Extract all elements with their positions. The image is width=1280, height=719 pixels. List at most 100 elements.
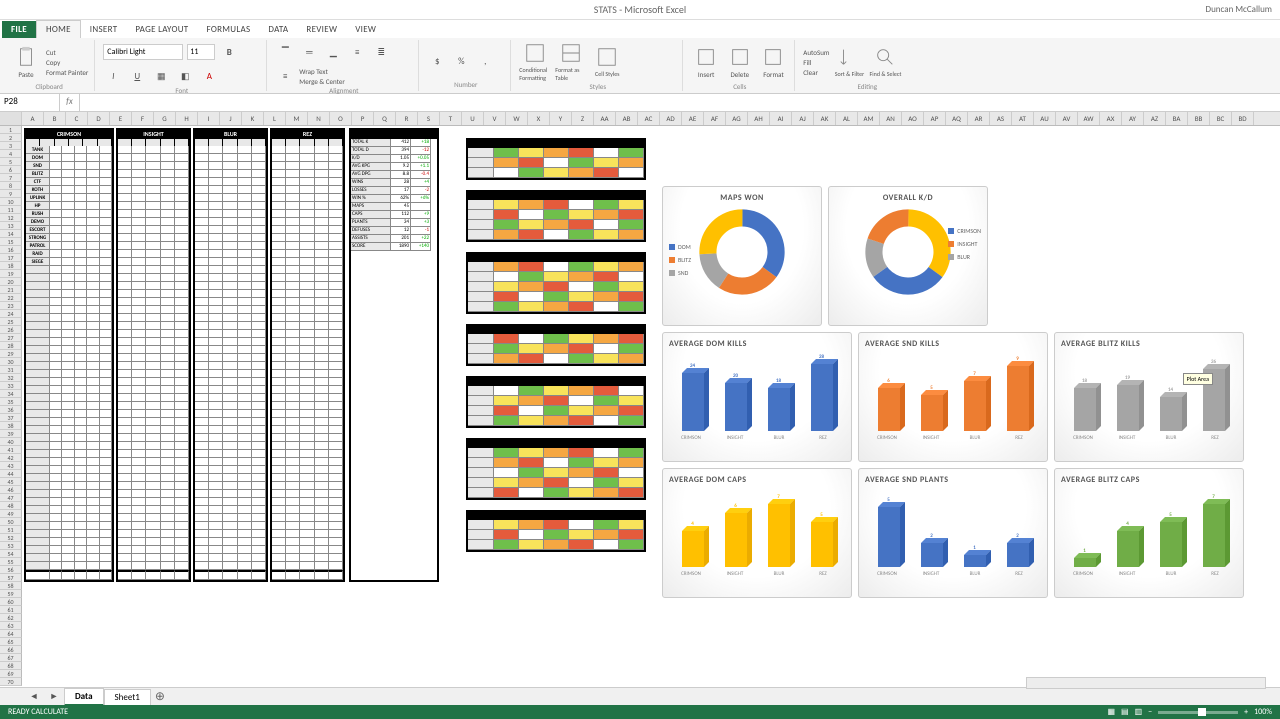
col-header[interactable]: AW bbox=[1078, 112, 1100, 125]
percent-button[interactable]: % bbox=[451, 51, 471, 71]
row-header[interactable]: 51 bbox=[0, 526, 22, 534]
col-header[interactable]: D bbox=[88, 112, 110, 125]
row-header[interactable]: 48 bbox=[0, 502, 22, 510]
row-header[interactable]: 5 bbox=[0, 158, 22, 166]
row-header[interactable]: 57 bbox=[0, 574, 22, 582]
row-header[interactable]: 13 bbox=[0, 222, 22, 230]
name-box[interactable]: P28 bbox=[0, 94, 60, 111]
col-header[interactable]: AR bbox=[968, 112, 990, 125]
row-header[interactable]: 37 bbox=[0, 414, 22, 422]
col-header[interactable]: L bbox=[264, 112, 286, 125]
row-header[interactable]: 46 bbox=[0, 486, 22, 494]
col-header[interactable]: C bbox=[66, 112, 88, 125]
tab-pagelayout[interactable]: PAGE LAYOUT bbox=[126, 21, 197, 38]
row-header[interactable]: 70 bbox=[0, 678, 22, 686]
row-header[interactable]: 38 bbox=[0, 422, 22, 430]
col-header[interactable]: AI bbox=[770, 112, 792, 125]
tab-formulas[interactable]: FORMULAS bbox=[197, 21, 259, 38]
row-header[interactable]: 35 bbox=[0, 398, 22, 406]
mini-table[interactable] bbox=[466, 324, 646, 366]
sheet-nav-next[interactable]: ► bbox=[44, 687, 64, 707]
col-header[interactable]: AT bbox=[1012, 112, 1034, 125]
mini-table[interactable] bbox=[466, 252, 646, 314]
tab-review[interactable]: REVIEW bbox=[297, 21, 346, 38]
row-header[interactable]: 39 bbox=[0, 430, 22, 438]
chart-overall-kd[interactable]: OVERALL K/D CRIMSON INSIGHT BLUR bbox=[828, 186, 988, 326]
col-header[interactable]: AZ bbox=[1144, 112, 1166, 125]
bold-button[interactable]: B bbox=[219, 42, 239, 62]
col-header[interactable]: AD bbox=[660, 112, 682, 125]
sort-button[interactable]: Sort & Filter bbox=[833, 42, 865, 82]
col-header[interactable]: B bbox=[44, 112, 66, 125]
row-header[interactable]: 45 bbox=[0, 478, 22, 486]
row-header[interactable]: 17 bbox=[0, 254, 22, 262]
zoom-in-button[interactable]: + bbox=[1244, 707, 1248, 717]
row-header[interactable]: 65 bbox=[0, 638, 22, 646]
mini-table[interactable] bbox=[466, 438, 646, 500]
view-normal-icon[interactable]: ▦ bbox=[1107, 707, 1115, 717]
chart-avg_dom_caps[interactable]: AVERAGE DOM CAPS 4 6 7 5 CRIMSONINSIGHTB… bbox=[662, 468, 852, 598]
col-header[interactable]: K bbox=[242, 112, 264, 125]
row-header[interactable]: 1 bbox=[0, 126, 22, 134]
chart-avg_dom_kills[interactable]: AVERAGE DOM KILLS 24 20 18 28 CRIMSONINS… bbox=[662, 332, 852, 462]
summary-table[interactable]: TOTAL K412+18TOTAL D394-12K/D1.05+0.05AV… bbox=[349, 128, 439, 582]
font-size-select[interactable]: 11 bbox=[187, 44, 215, 60]
fill-button[interactable]: Fill bbox=[803, 58, 829, 67]
col-header[interactable]: M bbox=[286, 112, 308, 125]
col-header[interactable]: Y bbox=[550, 112, 572, 125]
row-header[interactable]: 61 bbox=[0, 606, 22, 614]
row-header[interactable]: 12 bbox=[0, 214, 22, 222]
col-header[interactable]: F bbox=[132, 112, 154, 125]
row-header[interactable]: 43 bbox=[0, 462, 22, 470]
row-header[interactable]: 58 bbox=[0, 582, 22, 590]
col-header[interactable]: N bbox=[308, 112, 330, 125]
row-header[interactable]: 52 bbox=[0, 534, 22, 542]
table-insight[interactable]: INSIGHT bbox=[116, 128, 191, 582]
mini-table[interactable] bbox=[466, 138, 646, 180]
col-header[interactable]: J bbox=[220, 112, 242, 125]
row-header[interactable]: 60 bbox=[0, 598, 22, 606]
comma-button[interactable]: , bbox=[475, 51, 495, 71]
row-header[interactable]: 18 bbox=[0, 262, 22, 270]
row-header[interactable]: 22 bbox=[0, 294, 22, 302]
clear-button[interactable]: Clear bbox=[803, 68, 829, 77]
row-header[interactable]: 64 bbox=[0, 630, 22, 638]
select-all-corner[interactable] bbox=[0, 112, 22, 125]
row-header[interactable]: 6 bbox=[0, 166, 22, 174]
col-header[interactable]: Z bbox=[572, 112, 594, 125]
col-header[interactable]: AQ bbox=[946, 112, 968, 125]
col-header[interactable]: AH bbox=[748, 112, 770, 125]
tab-home[interactable]: HOME bbox=[36, 20, 81, 38]
col-header[interactable]: I bbox=[198, 112, 220, 125]
table-blur[interactable]: BLUR bbox=[193, 128, 268, 582]
autosum-button[interactable]: AutoSum bbox=[803, 48, 829, 57]
row-header[interactable]: 49 bbox=[0, 510, 22, 518]
align-right-button[interactable]: ≡ bbox=[275, 66, 295, 86]
col-header[interactable]: AN bbox=[880, 112, 902, 125]
tab-insert[interactable]: INSERT bbox=[81, 21, 127, 38]
row-header[interactable]: 67 bbox=[0, 654, 22, 662]
row-header[interactable]: 63 bbox=[0, 622, 22, 630]
col-header[interactable]: AL bbox=[836, 112, 858, 125]
col-header[interactable]: AG bbox=[726, 112, 748, 125]
currency-button[interactable]: $ bbox=[427, 51, 447, 71]
cell-styles-button[interactable]: Cell Styles bbox=[591, 42, 623, 82]
format-painter-button[interactable]: Format Painter bbox=[46, 68, 88, 77]
align-bot-button[interactable]: ▁ bbox=[323, 42, 343, 62]
add-sheet-button[interactable]: ⊕ bbox=[151, 689, 169, 704]
table-rez[interactable]: REZ bbox=[270, 128, 345, 582]
col-header[interactable]: AO bbox=[902, 112, 924, 125]
align-center-button[interactable]: ≣ bbox=[371, 42, 391, 62]
row-header[interactable]: 21 bbox=[0, 286, 22, 294]
col-header[interactable]: AK bbox=[814, 112, 836, 125]
row-header[interactable]: 10 bbox=[0, 198, 22, 206]
col-header[interactable]: BA bbox=[1166, 112, 1188, 125]
mini-table[interactable] bbox=[466, 376, 646, 428]
row-header[interactable]: 29 bbox=[0, 350, 22, 358]
row-header[interactable]: 16 bbox=[0, 246, 22, 254]
col-header[interactable]: AY bbox=[1122, 112, 1144, 125]
font-name-select[interactable]: Calibri Light bbox=[103, 44, 183, 60]
sheet-nav-prev[interactable]: ◄ bbox=[24, 687, 44, 707]
col-header[interactable]: BB bbox=[1188, 112, 1210, 125]
file-tab[interactable]: FILE bbox=[2, 21, 36, 38]
